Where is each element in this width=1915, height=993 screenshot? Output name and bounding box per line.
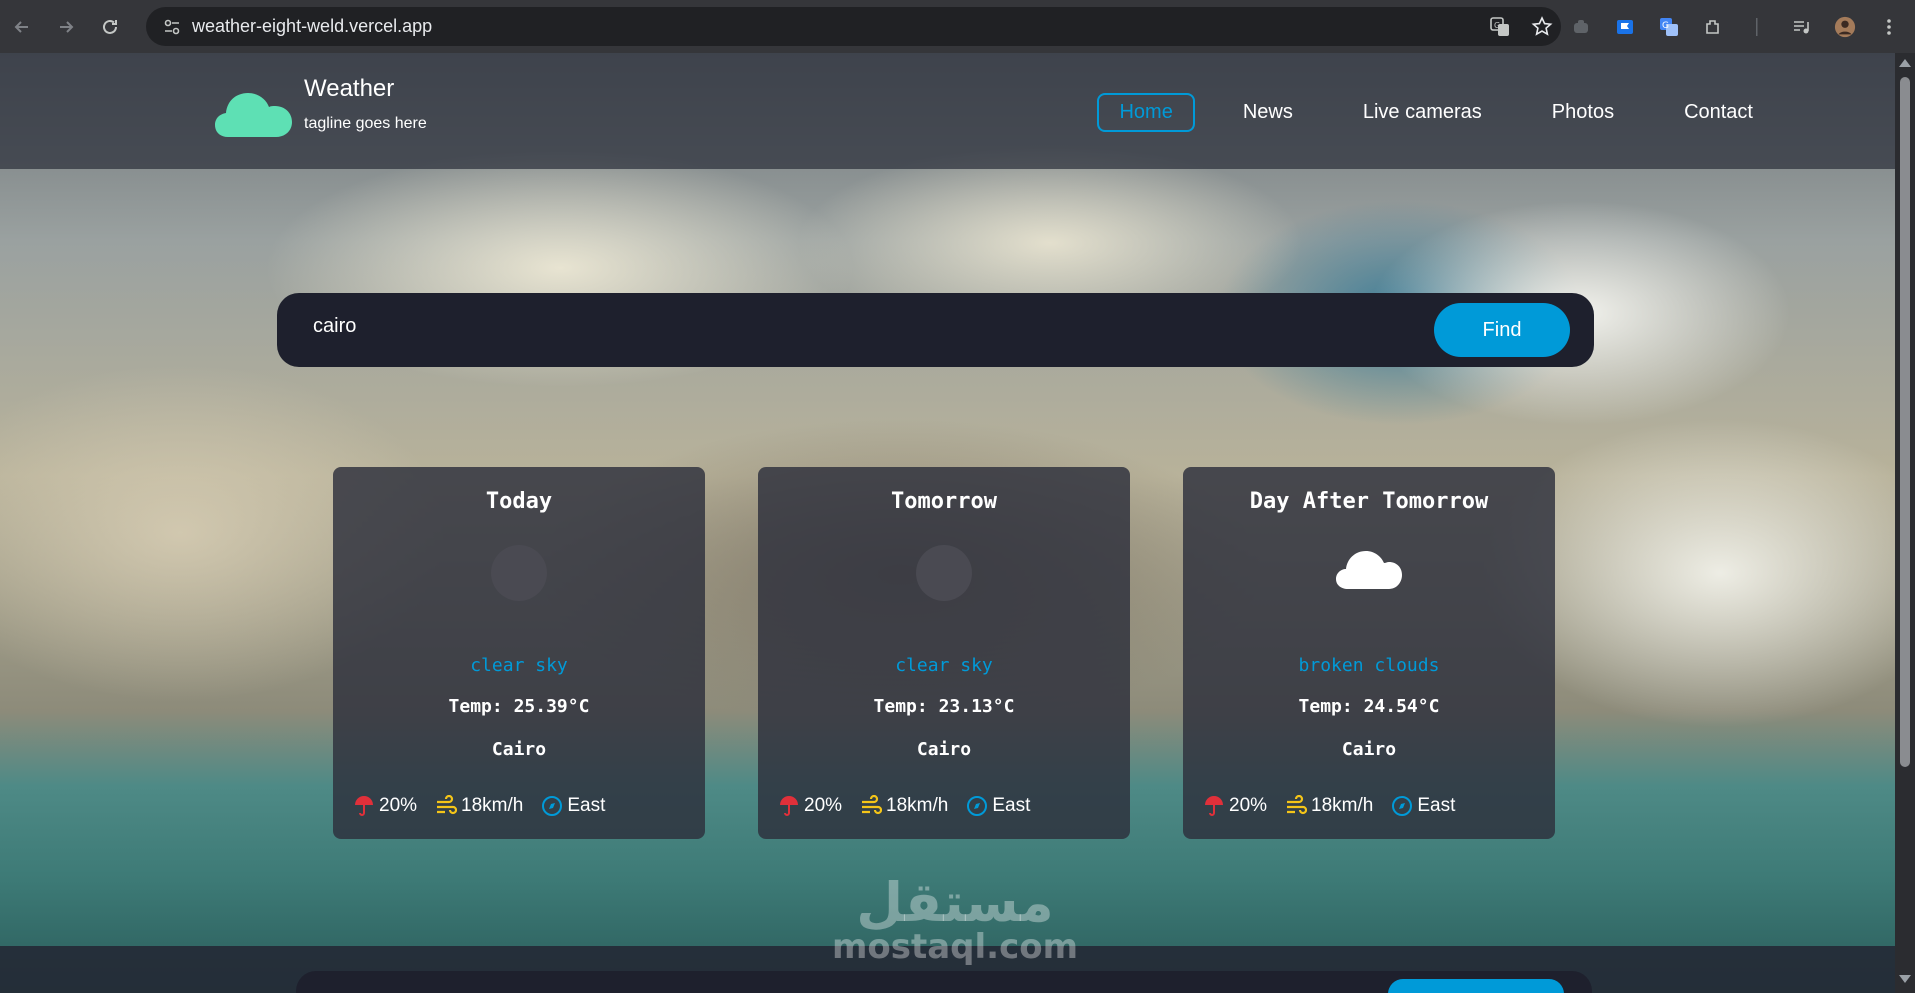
compass-icon	[1392, 796, 1413, 816]
extensions-area: G	[1570, 0, 1900, 53]
bookmark-star-icon[interactable]	[1531, 15, 1553, 38]
address-bar[interactable]: weather-eight-weld.vercel.app G	[146, 7, 1561, 46]
wind-direction: East	[992, 795, 1031, 816]
forecast-day: Tomorrow	[891, 489, 997, 514]
watermark-latin: mostaql.com	[831, 927, 1079, 967]
site-title: Weather	[304, 75, 395, 102]
wind-direction: East	[1417, 795, 1456, 816]
weather-stats: 20% 18km/h East	[1203, 795, 1473, 817]
temperature: Temp: 25.39°C	[448, 696, 590, 717]
temperature: Temp: 23.13°C	[873, 696, 1015, 717]
site-tagline: tagline goes here	[304, 115, 427, 132]
forecast-day: Today	[485, 489, 553, 514]
url-text: weather-eight-weld.vercel.app	[192, 16, 433, 36]
rain-chance: 20%	[1229, 795, 1268, 816]
extension-translate-icon[interactable]: G	[1658, 16, 1680, 38]
forward-button[interactable]	[44, 0, 88, 53]
nav-news[interactable]: News	[1221, 93, 1315, 132]
svg-text:G: G	[1662, 21, 1669, 31]
scroll-down-arrow-icon[interactable]	[1899, 975, 1911, 983]
separator-icon	[1746, 16, 1768, 38]
weather-stats: 20% 18km/h East	[778, 795, 1048, 817]
extension-flag-icon[interactable]	[1614, 16, 1636, 38]
back-button[interactable]	[0, 0, 44, 53]
wind-speed: 18km/h	[1311, 795, 1374, 816]
vertical-scrollbar[interactable]	[1895, 53, 1915, 993]
forecast-card-day-after-tomorrow: Day After Tomorrow broken clouds Temp: 2…	[1183, 467, 1555, 839]
footer-subscribe-button[interactable]	[1388, 979, 1564, 993]
forecast-card-today: Today clear sky Temp: 25.39°C Cairo 20% …	[333, 467, 705, 839]
site-settings-icon[interactable]	[152, 7, 192, 46]
watermark-arabic: مستقل	[856, 871, 1054, 934]
scroll-thumb[interactable]	[1900, 77, 1910, 767]
city-name: Cairo	[916, 739, 972, 760]
wind-speed: 18km/h	[886, 795, 949, 816]
umbrella-icon	[1205, 796, 1223, 816]
umbrella-icon	[780, 796, 798, 816]
cloud-logo-icon	[215, 93, 292, 137]
arrow-right-icon	[60, 20, 74, 33]
profile-avatar-icon[interactable]	[1834, 16, 1856, 38]
forecast-card-tomorrow: Tomorrow clear sky Temp: 23.13°C Cairo 2…	[758, 467, 1130, 839]
nav-live-cameras[interactable]: Live cameras	[1341, 93, 1504, 132]
wind-speed: 18km/h	[461, 795, 524, 816]
wind-icon	[1287, 795, 1308, 815]
weather-description: clear sky	[895, 655, 993, 676]
browser-toolbar: weather-eight-weld.vercel.app G G	[0, 0, 1915, 53]
umbrella-icon	[355, 796, 373, 816]
more-menu-icon[interactable]	[1878, 16, 1900, 38]
cloud-icon	[1336, 551, 1402, 589]
search-bar: Find	[277, 293, 1594, 367]
main-nav: Home News Live cameras Photos Contact	[1071, 93, 1775, 132]
extensions-puzzle-icon[interactable]	[1702, 16, 1724, 38]
compass-icon	[967, 796, 988, 816]
city-name: Cairo	[1341, 739, 1397, 760]
nav-photos[interactable]: Photos	[1530, 93, 1636, 132]
reload-button[interactable]	[88, 0, 132, 53]
rain-chance: 20%	[804, 795, 843, 816]
rain-chance: 20%	[379, 795, 418, 816]
nav-contact[interactable]: Contact	[1662, 93, 1775, 132]
weather-description: clear sky	[470, 655, 568, 676]
find-button[interactable]: Find	[1434, 303, 1570, 357]
arrow-left-icon	[14, 20, 28, 33]
compass-icon	[542, 796, 563, 816]
weather-stats: 20% 18km/h East	[353, 795, 623, 817]
extension-puzzle-gray-icon[interactable]	[1570, 16, 1592, 38]
city-name: Cairo	[491, 739, 547, 760]
wind-direction: East	[567, 795, 606, 816]
moon-icon	[916, 545, 972, 601]
media-control-icon[interactable]	[1790, 16, 1812, 38]
svg-text:G: G	[1494, 21, 1500, 30]
forecast-day: Day After Tomorrow	[1249, 489, 1489, 514]
nav-home[interactable]: Home	[1097, 93, 1195, 132]
scroll-up-arrow-icon[interactable]	[1899, 59, 1911, 67]
moon-icon	[491, 545, 547, 601]
reload-icon	[103, 19, 117, 34]
wind-icon	[437, 795, 458, 815]
site-header: Weather tagline goes here Home News Live…	[0, 53, 1895, 169]
weather-description: broken clouds	[1298, 655, 1440, 676]
translate-icon[interactable]: G	[1489, 16, 1511, 38]
temperature: Temp: 24.54°C	[1298, 696, 1440, 717]
watermark: مستقل mostaql.com	[830, 871, 1080, 967]
page-viewport: Weather tagline goes here Home News Live…	[0, 53, 1895, 993]
site-logo[interactable]: Weather tagline goes here	[214, 75, 427, 141]
wind-icon	[862, 795, 883, 815]
city-search-input[interactable]	[313, 315, 1363, 338]
